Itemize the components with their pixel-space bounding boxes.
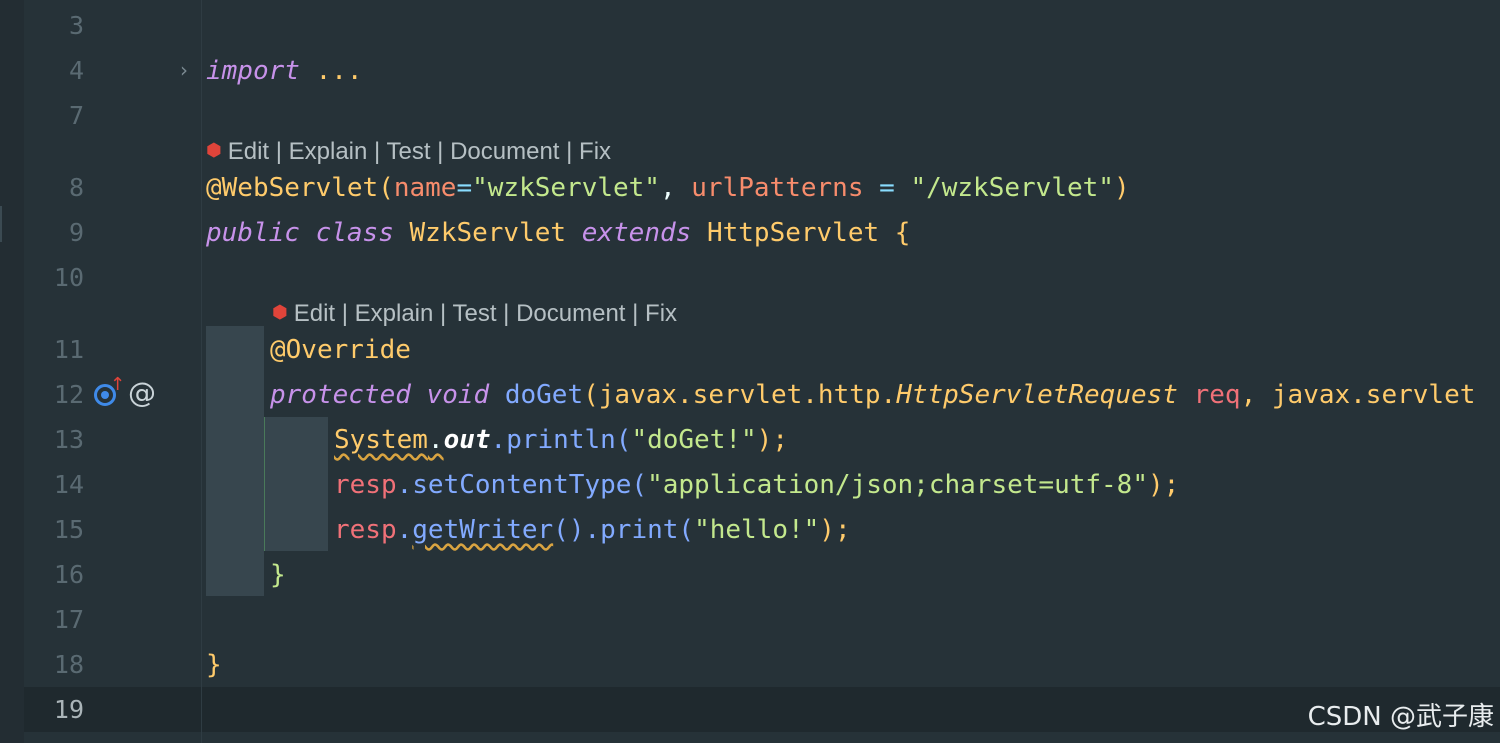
line-number: 13 xyxy=(53,425,84,454)
code-line-11[interactable]: @Override xyxy=(270,335,411,365)
ai-gem-icon: ⬢ xyxy=(206,140,222,160)
code-line-13[interactable]: System.out.println("doGet!"); xyxy=(334,425,788,455)
strip-marker xyxy=(0,206,2,242)
code-line-18[interactable]: } xyxy=(206,650,222,680)
at-sign-icon[interactable]: @ xyxy=(128,378,156,408)
gutter-divider xyxy=(201,0,202,743)
line-number: 17 xyxy=(53,605,84,634)
codelens-method[interactable]: ⬢ Edit | Explain | Test | Document | Fix xyxy=(272,297,677,329)
code-line-12[interactable]: protected void doGet(javax.servlet.http.… xyxy=(270,380,1475,410)
line-number: 18 xyxy=(53,650,84,679)
watermark: CSDN @武子康 xyxy=(1307,702,1494,732)
line-number: 4 xyxy=(68,56,84,85)
override-method-icon[interactable]: ↑ xyxy=(92,374,125,408)
line-number: 10 xyxy=(53,263,84,292)
code-line-16[interactable]: } xyxy=(270,560,286,590)
code-line-9[interactable]: public class WzkServlet extends HttpServ… xyxy=(206,218,910,248)
body-scope-highlight xyxy=(264,417,328,551)
line-number: 15 xyxy=(53,515,84,544)
fold-expand-icon[interactable]: › xyxy=(180,58,188,82)
line-number: 11 xyxy=(53,335,84,364)
line-number: 19 xyxy=(53,695,84,724)
line-number: 7 xyxy=(68,101,84,130)
gutter-icons: ↑ @ xyxy=(92,374,156,408)
line-number: 3 xyxy=(68,11,84,40)
line-number: 14 xyxy=(53,470,84,499)
code-line-8[interactable]: @WebServlet(name="wzkServlet", urlPatter… xyxy=(206,173,1130,203)
ai-gem-icon: ⬢ xyxy=(272,302,288,322)
line-number: 16 xyxy=(53,560,84,589)
codelens-class[interactable]: ⬢ Edit | Explain | Test | Document | Fix xyxy=(206,135,611,167)
code-line-15[interactable]: resp.getWriter().print("hello!"); xyxy=(334,515,851,545)
line-number: 8 xyxy=(68,173,84,202)
code-line-14[interactable]: resp.setContentType("application/json;ch… xyxy=(334,470,1179,500)
line-number: 12 xyxy=(53,380,84,409)
code-editor[interactable]: 3 4 7 8 9 10 11 12 13 14 15 16 17 18 19 … xyxy=(0,0,1500,743)
method-scope-highlight xyxy=(206,326,264,596)
current-line-highlight xyxy=(24,687,1500,732)
code-line-4[interactable]: import ... xyxy=(206,56,363,86)
left-tool-strip xyxy=(0,0,24,743)
line-number: 9 xyxy=(68,218,84,247)
